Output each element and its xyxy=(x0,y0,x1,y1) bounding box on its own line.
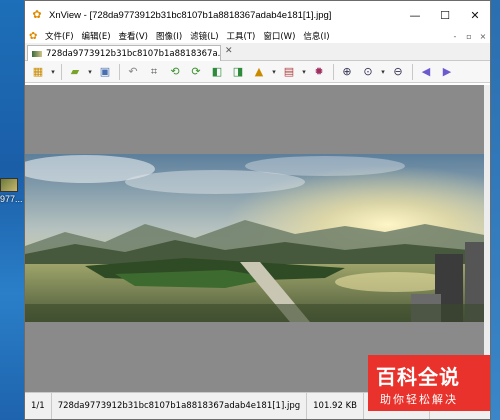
toolbar-separator xyxy=(412,63,413,80)
title-bar: ✿ XnView - [728da9773912b31bc8107b1a8818… xyxy=(25,1,490,29)
toolbar-separator xyxy=(333,63,334,80)
mdi-controls: - ▫ × xyxy=(448,32,490,41)
crop-icon[interactable]: ⌗ xyxy=(144,63,164,81)
desktop-file-icon[interactable] xyxy=(0,178,18,192)
zoom-in-icon[interactable]: ⊕ xyxy=(337,63,357,81)
vertical-scrollbar[interactable] xyxy=(484,85,490,392)
minimize-button[interactable]: — xyxy=(400,1,430,29)
toolbar-separator xyxy=(119,63,120,80)
menu-file[interactable]: 文件(F) xyxy=(45,30,74,42)
menu-app-icon: ✿ xyxy=(29,30,38,42)
mdi-restore-button[interactable]: ▫ xyxy=(462,32,476,41)
menu-tools[interactable]: 工具(T) xyxy=(227,30,256,42)
next-file-icon[interactable]: ◨ xyxy=(228,63,248,81)
watermark-subtitle: 助你轻松解决 xyxy=(380,393,458,406)
undo-icon[interactable]: ↶ xyxy=(123,63,143,81)
dropdown-icon[interactable]: ▾ xyxy=(49,63,57,81)
tab-image[interactable]: 728da9773912b31bc8107b1a8818367a... xyxy=(27,45,221,61)
mdi-minimize-button[interactable]: - xyxy=(448,32,462,41)
tab-bar: 728da9773912b31bc8107b1a8818367a... ✕ xyxy=(25,43,490,61)
status-filename: 728da9773912b31bc8107b1a8818367adab4e181… xyxy=(52,393,308,419)
status-filesize: 101.92 KB xyxy=(307,393,364,419)
tab-close-icon[interactable]: ✕ xyxy=(225,46,233,56)
toolbar: ▦ ▾ ▰ ▾ ▣ ↶ ⌗ ⟲ ⟳ ◧ ◨ ▲ ▾ ▤ ▾ ✹ ⊕ ⊙ ▾ ⊖ … xyxy=(25,61,490,83)
dropdown-icon[interactable]: ▾ xyxy=(270,63,278,81)
rotate-right-icon[interactable]: ⟳ xyxy=(186,63,206,81)
menu-info[interactable]: 信息(I) xyxy=(303,30,329,42)
dropdown-icon[interactable]: ▾ xyxy=(86,63,94,81)
menu-filter[interactable]: 滤镜(L) xyxy=(190,30,218,42)
desktop-edge xyxy=(490,0,500,420)
dropdown-icon[interactable]: ▾ xyxy=(300,63,308,81)
prev-file-icon[interactable]: ◧ xyxy=(207,63,227,81)
menu-view[interactable]: 查看(V) xyxy=(119,30,148,42)
watermark-title: 百科全说 xyxy=(376,365,460,389)
dropdown-icon[interactable]: ▾ xyxy=(379,63,387,81)
zoom-icon[interactable]: ⊙ xyxy=(358,63,378,81)
close-button[interactable]: ✕ xyxy=(460,1,490,29)
folder-action-icon[interactable]: ▲ xyxy=(249,63,269,81)
save-icon[interactable]: ▣ xyxy=(95,63,115,81)
browser-icon[interactable]: ▦ xyxy=(28,63,48,81)
effects-icon[interactable]: ✹ xyxy=(309,63,329,81)
menu-image[interactable]: 图像(I) xyxy=(156,30,182,42)
landscape-photo xyxy=(25,154,490,322)
adjust-icon[interactable]: ▤ xyxy=(279,63,299,81)
desktop-area: 977... xyxy=(0,0,24,420)
menu-window[interactable]: 窗口(W) xyxy=(263,30,295,42)
window-title: XnView - [728da9773912b31bc8107b1a881836… xyxy=(49,9,332,21)
tab-label: 728da9773912b31bc8107b1a8818367a... xyxy=(46,48,221,59)
forward-icon[interactable]: ▶ xyxy=(437,63,457,81)
image-viewer[interactable] xyxy=(25,85,490,392)
back-icon[interactable]: ◀ xyxy=(416,63,436,81)
open-folder-icon[interactable]: ▰ xyxy=(65,63,85,81)
watermark-logo: 百科全说 助你轻松解决 xyxy=(368,355,490,411)
status-page: 1/1 xyxy=(25,393,52,419)
zoom-out-icon[interactable]: ⊖ xyxy=(388,63,408,81)
toolbar-separator xyxy=(61,63,62,80)
rotate-left-icon[interactable]: ⟲ xyxy=(165,63,185,81)
maximize-button[interactable]: ☐ xyxy=(430,1,460,29)
image-thumb-icon xyxy=(32,50,42,57)
menu-edit[interactable]: 编辑(E) xyxy=(82,30,111,42)
desktop-file-label: 977... xyxy=(0,194,23,204)
mdi-close-button[interactable]: × xyxy=(476,32,490,41)
menu-bar: ✿ 文件(F) 编辑(E) 查看(V) 图像(I) 滤镜(L) 工具(T) 窗口… xyxy=(25,29,490,43)
xnview-app-icon: ✿ xyxy=(32,8,42,21)
